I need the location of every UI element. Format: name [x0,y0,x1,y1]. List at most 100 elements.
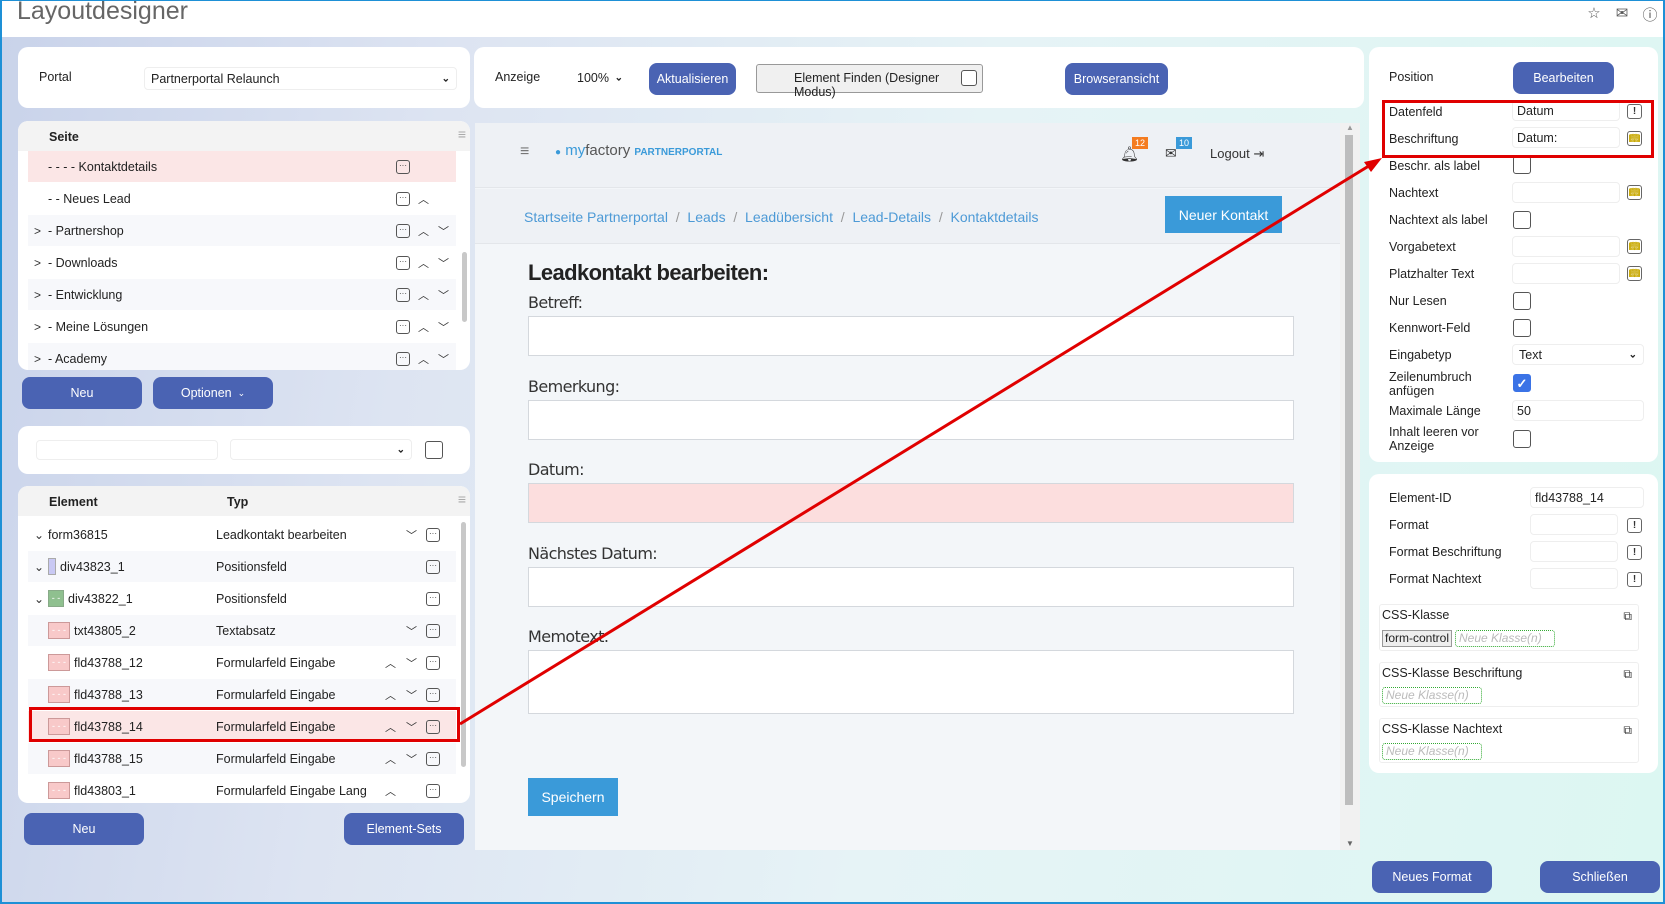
maxlen-input[interactable]: 50 [1512,400,1644,421]
breadcrumb-link[interactable]: Leads [687,209,725,225]
zoom-select[interactable]: 100% ⌄ [571,66,629,90]
nachtext-input[interactable] [1512,182,1620,203]
translation-book-icon[interactable]: 📖︎ [1627,266,1642,281]
move-down-icon[interactable]: ﹀ [406,655,417,671]
scroll-down-icon[interactable]: ▼ [1346,839,1354,848]
move-down-icon[interactable]: ﹀ [438,319,449,335]
more-options-icon[interactable]: ··· [396,223,410,238]
element-tree-row[interactable]: - - - fld43788_13 Formularfeld Eingabe ︿ ﹀ ··… [28,679,456,710]
more-options-icon[interactable]: ··· [426,783,440,798]
more-options-icon[interactable]: ··· [426,623,440,638]
new-element-button[interactable]: Neu [24,813,144,845]
element-search-input[interactable] [36,440,218,460]
menu-icon[interactable]: ≡ [458,126,466,142]
element-tree-row[interactable]: - - - fld43788_15 Formularfeld Eingabe ︿ ﹀ ··… [28,743,456,774]
move-down-icon[interactable]: ﹀ [406,527,417,543]
save-button[interactable]: Speichern [528,778,618,816]
breadcrumb-link[interactable]: Startseite Partnerportal [524,209,668,225]
more-options-icon[interactable]: ··· [396,319,410,334]
chevron-right-icon[interactable]: > [34,224,41,238]
css-class-chip[interactable]: form-control [1382,630,1453,647]
logout-link[interactable]: Logout ⇥ [1210,146,1264,162]
new-css-class-nachtext-input[interactable]: Neue Klasse(n) [1382,743,1482,760]
more-options-icon[interactable]: ··· [426,719,440,734]
more-options-icon[interactable]: ··· [396,191,410,206]
chevron-down-icon[interactable]: ⌄ [34,560,44,574]
nur-lesen-checkbox[interactable] [1513,292,1531,310]
chevron-right-icon[interactable]: > [34,256,41,270]
copy-icon[interactable]: ⧉ [1623,667,1632,682]
portal-logo[interactable]: ● myfactory PARTNERPORTAL [555,142,722,159]
chevron-right-icon[interactable]: > [34,352,41,366]
refresh-button[interactable]: Aktualisieren [649,63,736,95]
element-tree-row[interactable]: ⌄ form36815 Leadkontakt bearbeiten ﹀ ··· [28,519,456,550]
chevron-right-icon[interactable]: > [34,320,41,334]
element-id-input[interactable]: fld43788_14 [1530,487,1644,508]
form-input[interactable] [528,567,1294,607]
move-up-icon[interactable]: ︿ [418,351,429,367]
form-textarea[interactable] [528,650,1294,714]
more-options-icon[interactable]: ··· [426,559,440,574]
more-options-icon[interactable]: ··· [426,591,440,606]
find-element-checkbox[interactable] [961,70,977,86]
more-options-icon[interactable]: ··· [426,751,440,766]
chevron-down-icon[interactable]: ⌄ [34,528,44,542]
move-up-icon[interactable]: ︿ [418,287,429,303]
form-input[interactable] [528,316,1294,356]
move-up-icon[interactable]: ︿ [385,655,396,671]
preview-scroll-thumb[interactable] [1345,135,1353,805]
help-icon[interactable]: ⓘ [1641,4,1659,25]
page-tree-item[interactable]: > - Partnershop ··· ︿ ﹀ [28,215,456,246]
element-sets-button[interactable]: Element-Sets [344,813,464,845]
more-options-icon[interactable]: ··· [426,687,440,702]
move-down-icon[interactable]: ﹀ [438,255,449,271]
inhalt-leeren-checkbox[interactable] [1513,430,1531,448]
preview-scrollbar[interactable]: ▲ ▼ [1340,123,1360,850]
move-up-icon[interactable]: ︿ [418,255,429,271]
format-beschriftung-select-button[interactable]: ! [1627,545,1642,560]
element-tree-row[interactable]: - - - fld43788_14 Formularfeld Eingabe ︿ ﹀ ··… [28,711,456,742]
more-options-icon[interactable]: ··· [426,527,440,542]
more-options-icon[interactable]: ··· [396,351,410,366]
new-css-class-input[interactable]: Neue Klasse(n) [1455,630,1555,647]
datenfeld-select-button[interactable]: ! [1627,104,1642,119]
platzhalter-input[interactable] [1512,263,1620,284]
page-tree-item[interactable]: - - Neues Lead ··· ︿ [28,183,456,214]
element-tree-row[interactable]: ⌄ div43823_1 Positionsfeld ··· [28,551,456,582]
move-up-icon[interactable]: ︿ [418,319,429,335]
eingabetyp-select[interactable]: Text ⌄ [1512,344,1644,365]
new-contact-button[interactable]: Neuer Kontakt [1165,196,1282,233]
translation-book-icon[interactable]: 📖︎ [1627,239,1642,254]
zeilenumbruch-checkbox[interactable]: ✓ [1513,374,1531,392]
element-type-select[interactable]: ⌄ [230,439,412,460]
options-button[interactable]: Optionen ⌄ [153,377,273,409]
copy-icon[interactable]: ⧉ [1623,609,1632,624]
chevron-right-icon[interactable]: > [34,288,41,302]
move-down-icon[interactable]: ﹀ [406,623,417,639]
new-format-button[interactable]: Neues Format [1372,861,1492,893]
element-filter-checkbox[interactable] [425,441,443,459]
element-tree-scrollbar[interactable] [461,522,466,767]
move-down-icon[interactable]: ﹀ [438,287,449,303]
move-up-icon[interactable]: ︿ [418,191,429,207]
page-tree-item[interactable]: > - Downloads ··· ︿ ﹀ [28,247,456,278]
page-tree-item[interactable]: > - Meine Lösungen ··· ︿ ﹀ [28,311,456,342]
breadcrumb-link[interactable]: Lead-Details [852,209,931,225]
mail-icon[interactable]: ✉ [1613,4,1631,25]
form-input[interactable] [528,400,1294,440]
breadcrumb-link[interactable]: Leadübersicht [745,209,833,225]
move-up-icon[interactable]: ︿ [385,687,396,703]
move-up-icon[interactable]: ︿ [385,783,396,799]
move-down-icon[interactable]: ﹀ [406,687,417,703]
new-page-button[interactable]: Neu [22,377,142,409]
translation-book-icon[interactable]: 📖︎ [1627,131,1642,146]
beschr-als-label-checkbox[interactable] [1513,156,1531,174]
move-down-icon[interactable]: ﹀ [438,351,449,367]
format-beschriftung-input[interactable] [1530,541,1618,562]
form-input[interactable] [528,483,1294,523]
page-tree-item[interactable]: > - Entwicklung ··· ︿ ﹀ [28,279,456,310]
more-options-icon[interactable]: ··· [396,287,410,302]
move-down-icon[interactable]: ﹀ [406,719,417,735]
format-nachtext-input[interactable] [1530,568,1618,589]
element-tree-row[interactable]: ⌄ - - div43822_1 Positionsfeld ··· [28,583,456,614]
